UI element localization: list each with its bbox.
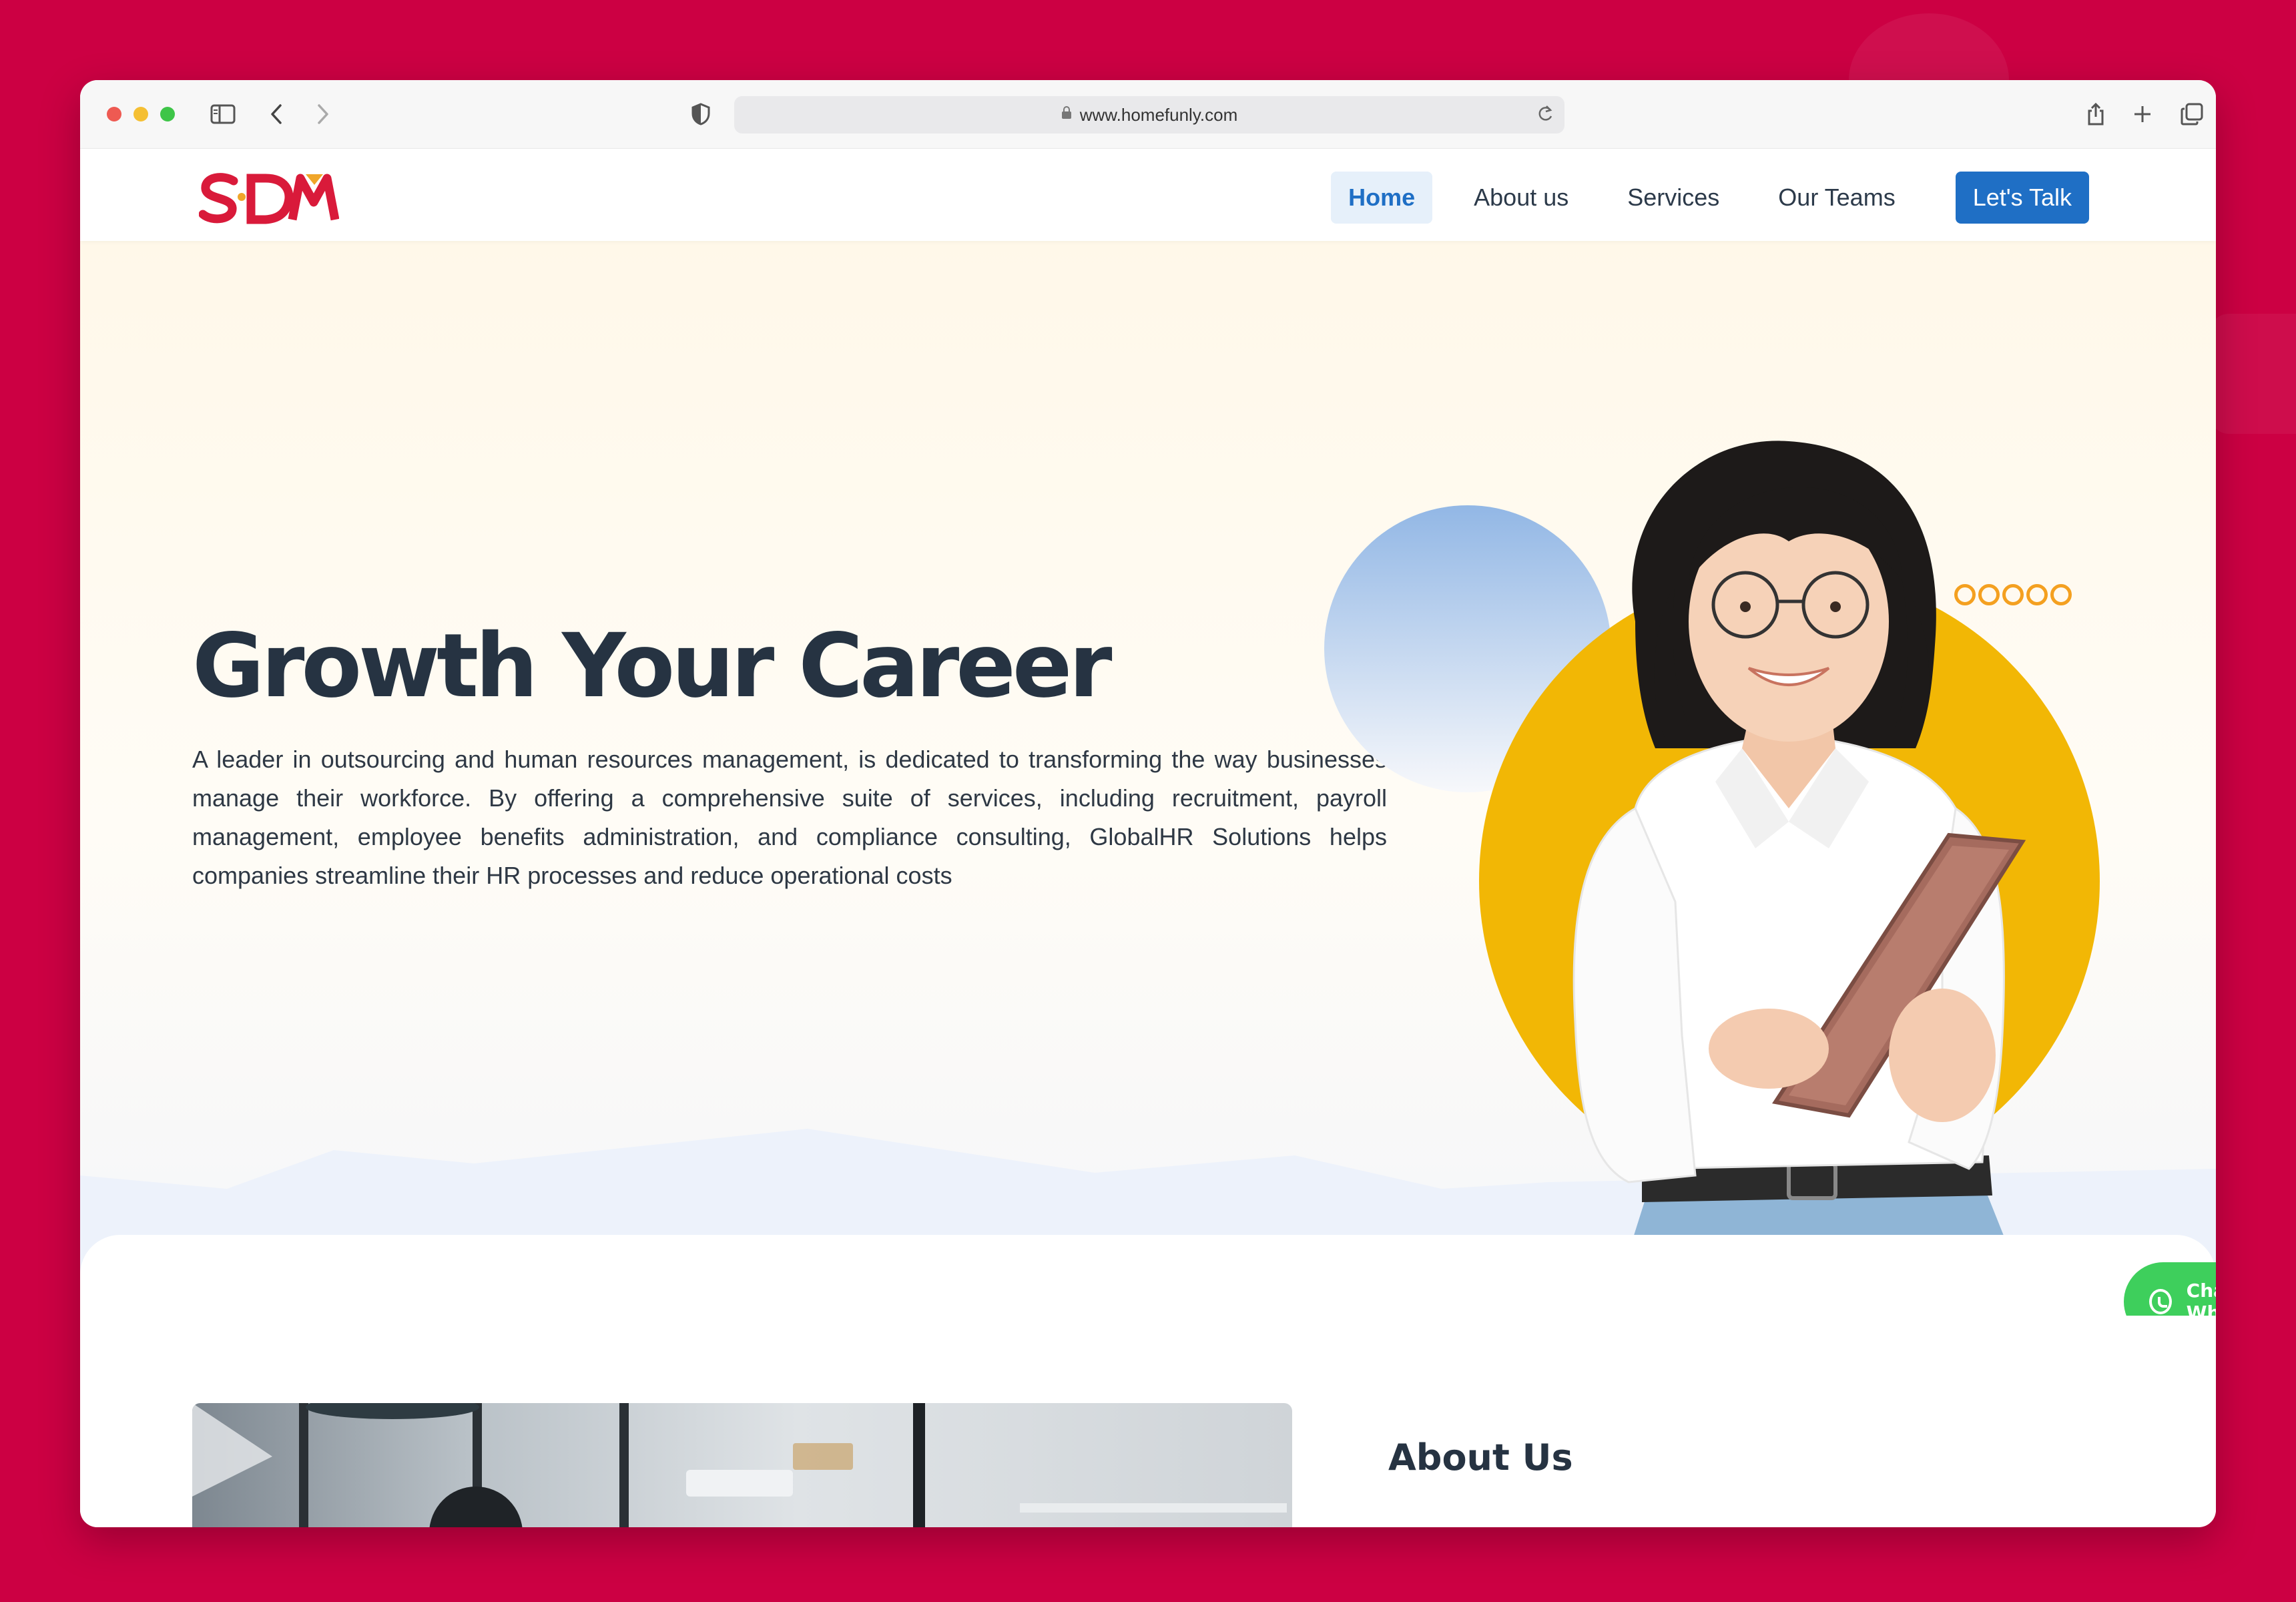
sdm-logo-mark [198, 173, 340, 224]
lets-talk-button[interactable]: Let's Talk [1955, 172, 2089, 224]
sdm-logo[interactable] [198, 169, 340, 238]
back-icon[interactable] [260, 99, 292, 129]
hero-title: Growth Your Career [192, 615, 1112, 718]
reload-icon[interactable] [1536, 104, 1554, 127]
office-photo-illustration [192, 1403, 1287, 1527]
hero-section: Growth Your Career A leader in outsourci… [80, 241, 2216, 1316]
browser-window: www.homefunly.com Home About us Services… [80, 80, 2216, 1527]
nav-about-us[interactable]: About us [1456, 172, 1586, 224]
url-text: www.homefunly.com [1079, 104, 1238, 125]
browser-toolbar: www.homefunly.com [80, 80, 2216, 149]
address-bar[interactable]: www.homefunly.com [734, 96, 1564, 134]
nav-our-teams[interactable]: Our Teams [1761, 172, 1912, 224]
nav-home[interactable]: Home [1331, 172, 1433, 224]
close-window-button[interactable] [107, 107, 121, 121]
tab-overview-icon[interactable] [2176, 99, 2208, 129]
privacy-shield-icon[interactable] [685, 99, 717, 129]
whatsapp-icon [2149, 1289, 2172, 1314]
woman-with-tablet-image [1572, 441, 2036, 1316]
maximize-window-button[interactable] [160, 107, 175, 121]
minimize-window-button[interactable] [133, 107, 148, 121]
background-decoration [2209, 314, 2296, 434]
about-section: About Us [80, 1235, 2216, 1527]
forward-icon[interactable] [307, 99, 339, 129]
sidebar-toggle-icon[interactable] [207, 99, 239, 129]
share-icon[interactable] [2080, 99, 2112, 129]
main-nav: Home About us Services Our Teams Let's T… [1307, 172, 2089, 224]
new-tab-icon[interactable] [2126, 99, 2159, 129]
about-us-heading: About Us [1388, 1436, 1573, 1479]
site-header: Home About us Services Our Teams Let's T… [80, 149, 2216, 241]
office-photo [192, 1403, 1292, 1527]
lock-icon [1061, 106, 1072, 123]
chat-whatsapp-label: Chat Whatsapp [2186, 1280, 2216, 1316]
hero-description: A leader in outsourcing and human resour… [192, 746, 1387, 889]
nav-services[interactable]: Services [1610, 172, 1737, 224]
